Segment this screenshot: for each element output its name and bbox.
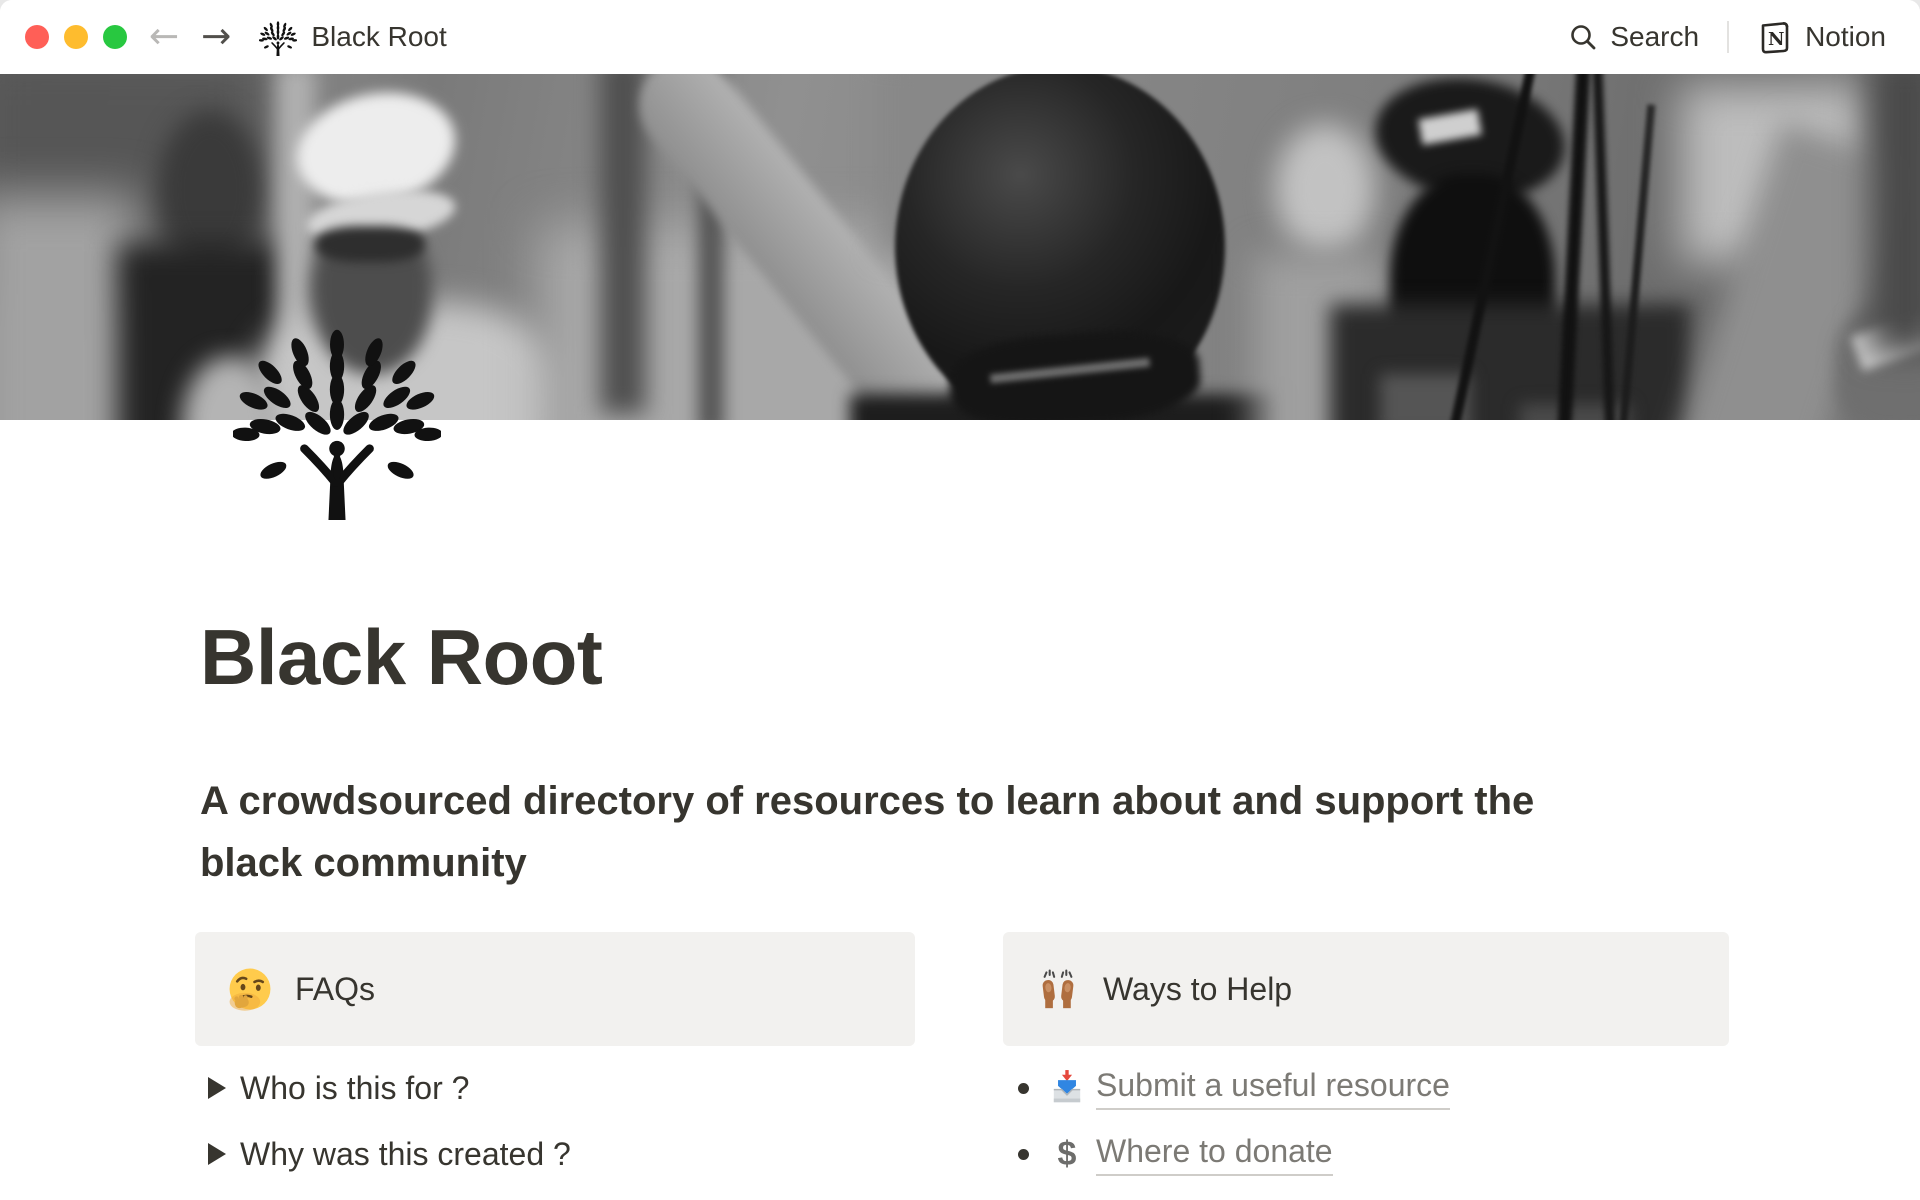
column-ways-to-help: Ways to Help Submit a useful resource $ … — [1003, 932, 1729, 1178]
notion-brand-button[interactable]: Notion — [1757, 19, 1886, 55]
list-item-submit-resource: Submit a useful resource — [1003, 1064, 1729, 1112]
thinking-face-icon — [227, 966, 273, 1012]
titlebar-divider — [1727, 21, 1729, 53]
notion-app-window: ← → Black Root Search Notion — [0, 0, 1920, 1200]
titlebar-right: Search Notion — [1568, 19, 1886, 55]
bullet-icon — [1018, 1149, 1029, 1160]
toggle-label: Why was this created ? — [240, 1136, 571, 1173]
notion-logo-icon — [1757, 19, 1793, 55]
submit-resource-link[interactable]: Submit a useful resource — [1096, 1067, 1450, 1110]
column-faqs: FAQs Who is this for ? Why was this crea… — [195, 932, 915, 1178]
ways-to-help-callout-label: Ways to Help — [1103, 971, 1292, 1008]
where-to-donate-link[interactable]: Where to donate — [1096, 1133, 1333, 1176]
back-arrow-icon[interactable]: ← — [149, 19, 179, 55]
page-title: Black Root — [200, 612, 602, 703]
inbox-tray-icon — [1048, 1069, 1086, 1107]
search-icon — [1568, 22, 1598, 52]
titlebar: ← → Black Root Search Notion — [0, 0, 1920, 74]
dollar-sign-icon: $ — [1048, 1135, 1086, 1174]
raising-hands-icon — [1035, 966, 1081, 1012]
cover-shape — [1870, 74, 1920, 354]
close-window-button[interactable] — [25, 25, 49, 49]
bullet-icon — [1018, 1083, 1029, 1094]
titlebar-page-title: Black Root — [311, 21, 446, 53]
cover-shape — [1275, 124, 1375, 254]
ways-to-help-callout: Ways to Help — [1003, 932, 1729, 1046]
toggle-why-was-this-created[interactable]: Why was this created ? — [195, 1130, 915, 1178]
faqs-callout: FAQs — [195, 932, 915, 1046]
toggle-label: Who is this for ? — [240, 1070, 469, 1107]
page-subtitle: A crowdsourced directory of resources to… — [200, 770, 1590, 894]
page-favicon-tree-icon — [259, 18, 297, 56]
list-item-where-to-donate: $ Where to donate — [1003, 1130, 1729, 1178]
notion-brand-label: Notion — [1805, 21, 1886, 53]
faqs-callout-label: FAQs — [295, 971, 375, 1008]
toggle-triangle-icon[interactable] — [208, 1143, 226, 1165]
traffic-lights — [25, 25, 127, 49]
zoom-window-button[interactable] — [103, 25, 127, 49]
forward-arrow-icon[interactable]: → — [201, 19, 231, 55]
minimize-window-button[interactable] — [64, 25, 88, 49]
content-columns: FAQs Who is this for ? Why was this crea… — [195, 932, 1729, 1178]
page-icon-tree — [233, 312, 441, 520]
cover-shape — [600, 74, 646, 414]
toggle-triangle-icon[interactable] — [208, 1077, 226, 1099]
search-button[interactable]: Search — [1568, 21, 1699, 53]
search-label: Search — [1610, 21, 1699, 53]
cover-shape — [316, 226, 424, 262]
toggle-who-is-this-for[interactable]: Who is this for ? — [195, 1064, 915, 1112]
